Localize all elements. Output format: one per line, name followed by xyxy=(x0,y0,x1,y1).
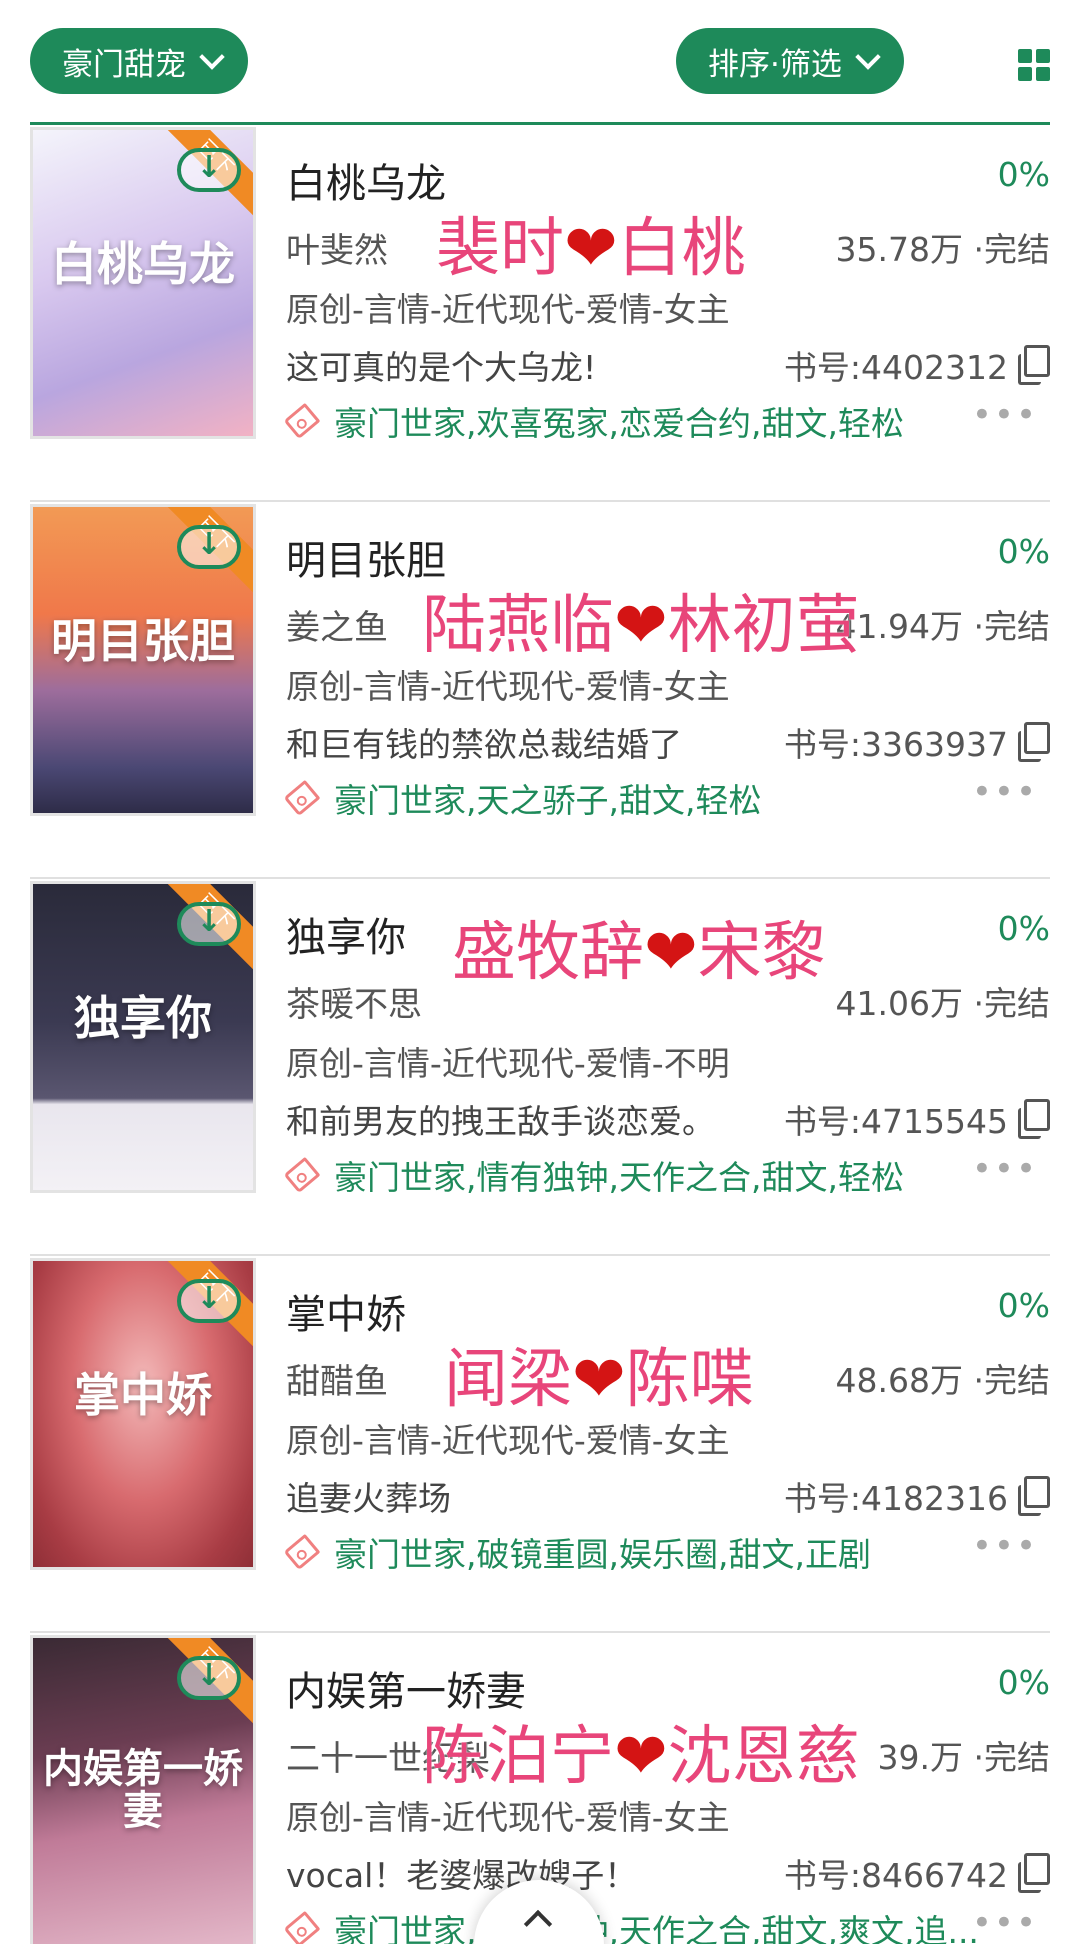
cloud-download-icon xyxy=(177,1279,241,1323)
book-blurb: 和巨有钱的禁欲总裁结婚了 xyxy=(286,725,682,764)
heart-icon: ❤ xyxy=(614,1720,668,1794)
chevron-down-icon xyxy=(856,50,878,72)
book-cover[interactable]: 独享你 已下 xyxy=(30,881,256,1193)
book-blurb: 和前男友的拽王敌手谈恋爱。 xyxy=(286,1102,715,1141)
copy-icon[interactable] xyxy=(1018,1853,1050,1893)
book-stats: 35.78万 ·完结 xyxy=(835,230,1050,269)
book-list-item[interactable]: 独享你 已下 独享你 0% 茶暖不思 41.06万 ·完结 盛牧辞❤宋黎 原创-… xyxy=(0,879,1080,1256)
book-author[interactable]: 茶暖不思 xyxy=(286,977,422,1026)
copy-icon[interactable] xyxy=(1018,1099,1050,1139)
book-stats: 39.万 ·完结 xyxy=(877,1738,1050,1777)
cover-title: 独享你 xyxy=(74,991,212,1045)
ship-annotation: 闻梁❤陈喋 xyxy=(444,1328,754,1420)
cloud-download-icon xyxy=(177,1656,241,1700)
copy-icon[interactable] xyxy=(1018,1476,1050,1516)
cover-title: 掌中娇 xyxy=(74,1368,212,1422)
ship-annotation: 盛牧辞❤宋黎 xyxy=(452,901,826,993)
ship-annotation: 裴时❤白桃 xyxy=(436,197,746,289)
ship-annotation: 陆燕临❤林初萤 xyxy=(422,574,860,666)
cover-title: 内娱第一娇妻 xyxy=(43,1745,243,1834)
book-list-item[interactable]: 白桃乌龙 已下 白桃乌龙 0% 叶斐然 裴时❤白桃 35.78万 ·完结 原创-… xyxy=(0,125,1080,502)
heart-icon: ❤ xyxy=(572,1343,626,1417)
book-stats: 41.06万 ·完结 xyxy=(835,984,1050,1023)
book-number: 书号:4402312 xyxy=(783,348,1008,387)
book-number: 书号:8466742 xyxy=(783,1856,1008,1895)
book-genre: 原创-言情-近代现代-爱情-女主 xyxy=(286,1798,730,1837)
heart-icon: ❤ xyxy=(644,916,698,990)
book-author[interactable]: 叶斐然 xyxy=(286,223,388,272)
book-title[interactable]: 白桃乌龙 xyxy=(286,151,446,209)
tag-icon xyxy=(283,402,321,440)
book-blurb: vocal！老婆爆改嫂子！ xyxy=(286,1856,638,1895)
book-cover[interactable]: 掌中娇 已下 xyxy=(30,1258,256,1570)
ship-name-b: 林初萤 xyxy=(667,589,860,663)
book-author[interactable]: 甜醋鱼 xyxy=(286,1354,388,1403)
cloud-download-icon xyxy=(177,148,241,192)
more-icon[interactable]: ••• xyxy=(972,395,1038,435)
book-blurb: 这可真的是个大乌龙! xyxy=(286,348,597,387)
book-genre: 原创-言情-近代现代-爱情-女主 xyxy=(286,290,730,329)
copy-icon[interactable] xyxy=(1018,722,1050,762)
cloud-download-icon xyxy=(177,525,241,569)
ship-name-b: 沈恩慈 xyxy=(667,1720,860,1794)
heart-icon: ❤ xyxy=(614,589,668,663)
book-number: 书号:4715545 xyxy=(783,1102,1008,1141)
cover-title: 明目张胆 xyxy=(51,614,235,668)
book-cover[interactable]: 白桃乌龙 已下 xyxy=(30,127,256,439)
read-progress: 0% xyxy=(997,532,1050,571)
ship-name-a: 闻梁 xyxy=(444,1343,572,1417)
filter-bar: 豪门甜宠 排序·筛选 xyxy=(0,0,1080,125)
more-icon[interactable]: ••• xyxy=(972,1903,1038,1943)
ship-name-a: 陈泊宁 xyxy=(422,1720,614,1794)
category-filter-label: 豪门甜宠 xyxy=(62,46,186,83)
cloud-download-icon xyxy=(177,902,241,946)
ship-name-a: 裴时 xyxy=(436,212,564,286)
category-filter-button[interactable]: 豪门甜宠 xyxy=(30,28,248,94)
book-tags: 豪门世家,情有独钟,天作之合,甜文,爽文,追... xyxy=(334,1912,979,1944)
ship-name-b: 白桃 xyxy=(617,212,746,286)
book-title[interactable]: 独享你 xyxy=(286,905,406,963)
book-tags: 豪门世家,天之骄子,甜文,轻松 xyxy=(334,781,762,820)
book-tags: 豪门世家,情有独钟,天作之合,甜文,轻松 xyxy=(334,1158,904,1197)
tag-icon xyxy=(283,1156,321,1194)
sort-filter-button[interactable]: 排序·筛选 xyxy=(676,28,904,94)
book-title[interactable]: 掌中娇 xyxy=(286,1282,406,1340)
book-stats: 48.68万 ·完结 xyxy=(835,1361,1050,1400)
ship-name-b: 陈喋 xyxy=(625,1343,754,1417)
book-list-item[interactable]: 明目张胆 已下 明目张胆 0% 姜之鱼 41.94万 ·完结 陆燕临❤林初萤 原… xyxy=(0,502,1080,879)
book-list-item[interactable]: 掌中娇 已下 掌中娇 0% 甜醋鱼 48.68万 ·完结 闻梁❤陈喋 原创-言情… xyxy=(0,1256,1080,1633)
read-progress: 0% xyxy=(997,1286,1050,1325)
book-genre: 原创-言情-近代现代-爱情-女主 xyxy=(286,1421,730,1460)
book-tags: 豪门世家,破镜重圆,娱乐圈,甜文,正剧 xyxy=(334,1535,871,1574)
sort-filter-label: 排序·筛选 xyxy=(708,46,842,83)
book-author[interactable]: 姜之鱼 xyxy=(286,600,388,649)
copy-icon[interactable] xyxy=(1018,345,1050,385)
ship-name-b: 宋黎 xyxy=(697,916,826,990)
book-stats: 41.94万 ·完结 xyxy=(835,607,1050,646)
read-progress: 0% xyxy=(997,1663,1050,1702)
ship-annotation: 陈泊宁❤沈恩慈 xyxy=(422,1705,860,1797)
cover-title: 白桃乌龙 xyxy=(51,237,235,291)
read-progress: 0% xyxy=(997,155,1050,194)
tag-icon xyxy=(283,1533,321,1571)
book-genre: 原创-言情-近代现代-爱情-不明 xyxy=(286,1044,730,1083)
book-cover[interactable]: 内娱第一娇妻 已下 xyxy=(30,1635,256,1944)
ship-name-a: 盛牧辞 xyxy=(452,916,644,990)
chevron-down-icon xyxy=(200,50,222,72)
more-icon[interactable]: ••• xyxy=(972,1526,1038,1566)
book-cover[interactable]: 明目张胆 已下 xyxy=(30,504,256,816)
book-genre: 原创-言情-近代现代-爱情-女主 xyxy=(286,667,730,706)
book-blurb: 追妻火葬场 xyxy=(286,1479,451,1518)
more-icon[interactable]: ••• xyxy=(972,1149,1038,1189)
book-number: 书号:4182316 xyxy=(783,1479,1008,1518)
tag-icon xyxy=(283,779,321,817)
tag-icon xyxy=(283,1910,321,1944)
book-tags: 豪门世家,欢喜冤家,恋爱合约,甜文,轻松 xyxy=(334,404,904,443)
ship-name-a: 陆燕临 xyxy=(422,589,614,663)
heart-icon: ❤ xyxy=(564,212,618,286)
grid-view-icon[interactable] xyxy=(1018,49,1050,81)
more-icon[interactable]: ••• xyxy=(972,772,1038,812)
read-progress: 0% xyxy=(997,909,1050,948)
book-number: 书号:3363937 xyxy=(783,725,1008,764)
